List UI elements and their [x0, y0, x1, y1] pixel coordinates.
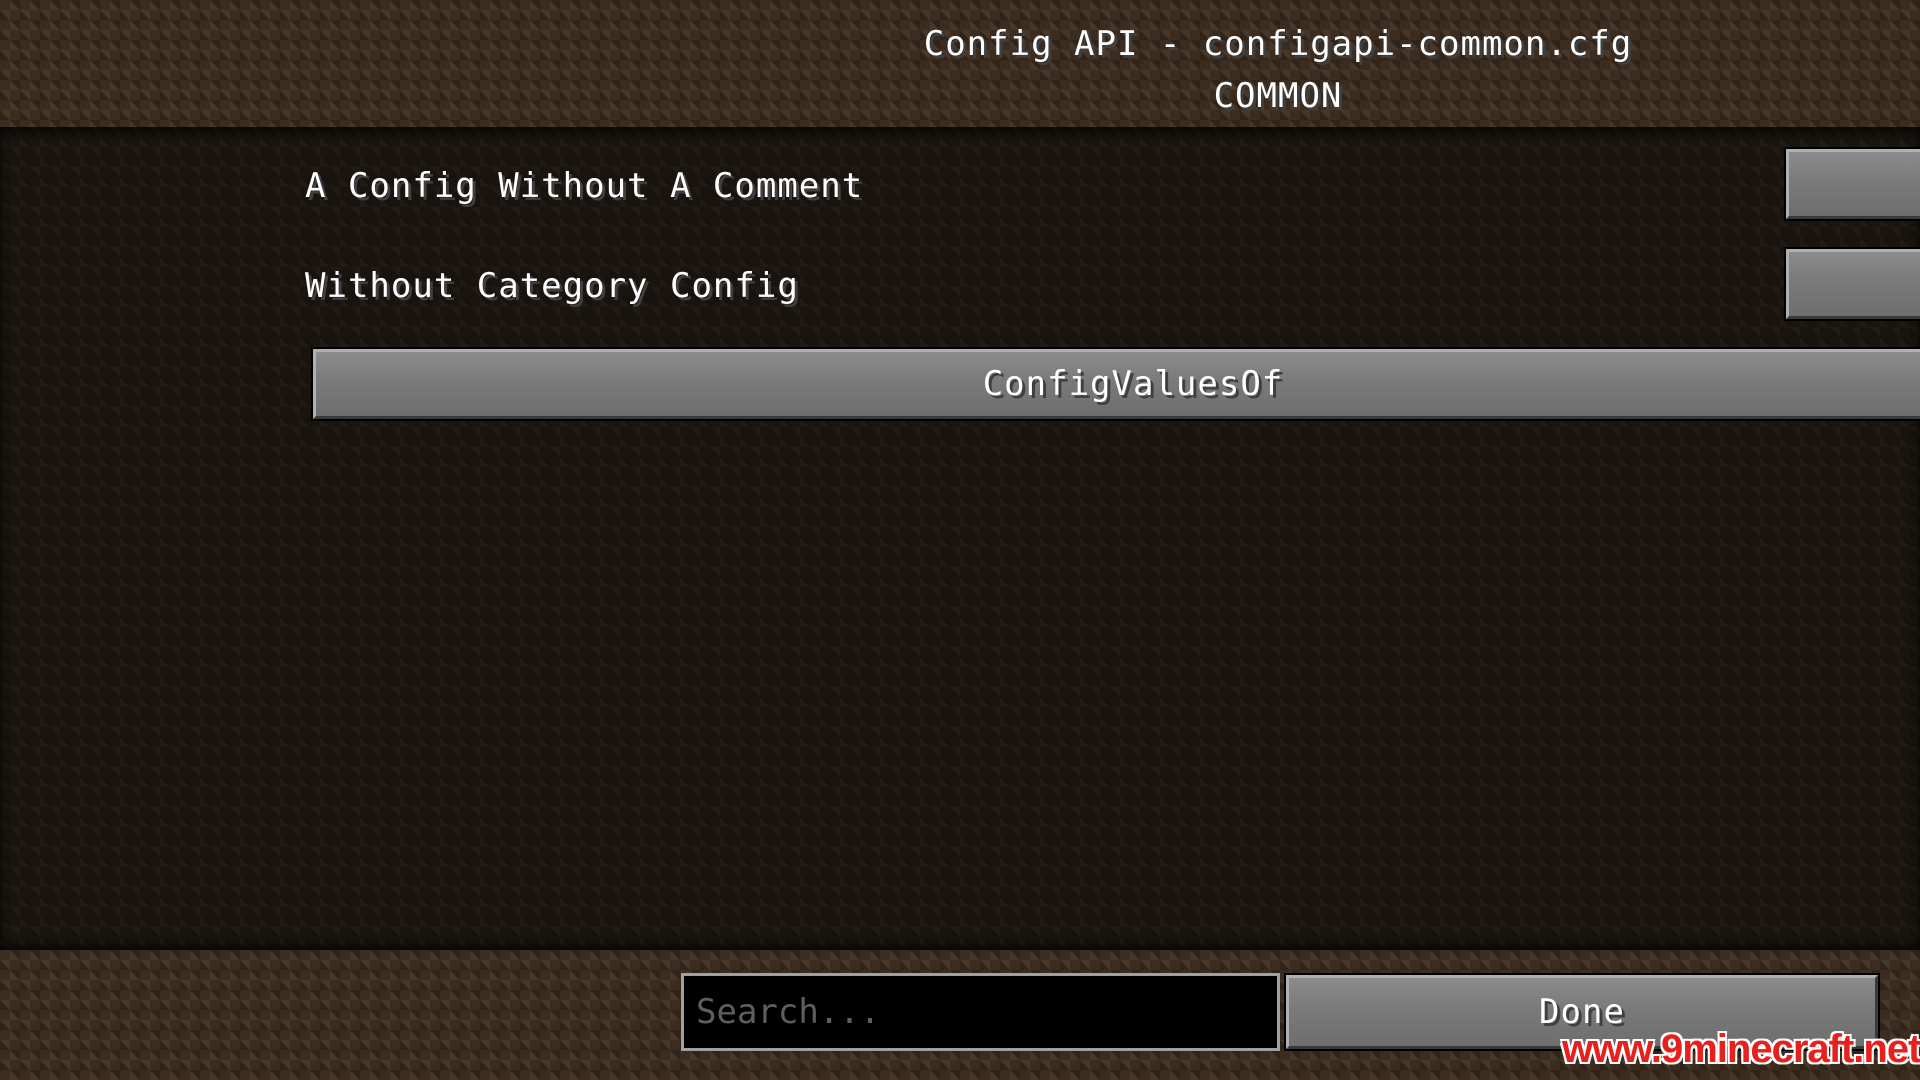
screen-subtitle: COMMON: [1213, 76, 1343, 116]
screen-title: Config API - configapi-common.cfg: [923, 24, 1633, 64]
search-input[interactable]: [681, 973, 1280, 1051]
config-screen: Config API - configapi-common.cfg COMMON…: [0, 0, 1920, 1080]
category-button[interactable]: ConfigValuesOf: [311, 347, 1920, 421]
config-entry-value-button[interactable]: [1784, 247, 1920, 321]
watermark-logo: www.9minecraft.net: [1562, 1027, 1920, 1071]
config-entry-list[interactable]: [0, 127, 1920, 950]
config-entry-label: Without Category Config: [305, 266, 799, 306]
config-entry-value-button[interactable]: [1784, 147, 1920, 221]
config-entry-label: A Config Without A Comment: [305, 166, 864, 206]
